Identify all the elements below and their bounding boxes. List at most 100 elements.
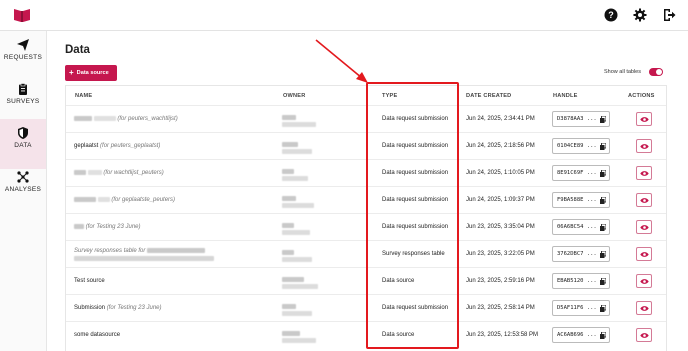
copy-icon[interactable] [600,170,606,177]
handle-field[interactable]: 06A6BC54 ... [552,219,610,235]
sidebar-item-requests[interactable]: REQUESTS [0,31,46,81]
handle-field[interactable]: AC6AB696 ... [552,327,610,343]
handle-field[interactable]: 3762DBC7 ... [552,246,610,262]
view-button[interactable] [636,301,652,315]
handle-text: 0104CE89 ... [557,143,597,149]
table-row[interactable]: (for geplaatste_peuters) Data request su… [66,186,666,213]
sidebar-item-label: SURVEYS [6,98,40,105]
row-owner [282,115,316,127]
copy-icon[interactable] [600,332,606,339]
eye-icon [640,171,649,176]
logo-icon[interactable] [14,8,30,22]
eye-icon [640,279,649,284]
sidebar-item-analyses[interactable]: ANALYSES [0,163,46,213]
row-owner [282,331,316,343]
redacted-text [282,331,300,336]
sidebar-item-label: DATA [14,142,32,149]
copy-icon[interactable] [600,116,606,123]
help-icon[interactable]: ? [604,8,618,22]
sidebar-item-surveys[interactable]: SURVEYS [0,75,46,125]
row-owner [282,277,318,289]
svg-text:?: ? [608,10,614,20]
sidebar-item-label: ANALYSES [4,186,42,193]
table-row[interactable]: (for Testing 23 June) Data request submi… [66,213,666,240]
handle-field[interactable]: EBAB5120 ... [552,273,610,289]
top-bar: ? [0,0,688,31]
column-header-actions: ACTIONS [628,93,655,99]
handle-text: F9BA588E ... [557,197,597,203]
view-button[interactable] [636,193,652,207]
sidebar: REQUESTS SURVEYS DATA ANALYSES [0,31,47,351]
row-date: Jun 23, 2025, 2:58:14 PM [466,305,535,311]
copy-icon[interactable] [600,197,606,204]
copy-icon[interactable] [600,278,606,285]
copy-icon[interactable] [600,251,606,258]
row-type: Data request submission [382,224,449,230]
table-row[interactable]: Survey responses table for Survey respon… [66,240,666,267]
view-button[interactable] [636,139,652,153]
view-button[interactable] [636,274,652,288]
handle-field[interactable]: F9BA588E ... [552,192,610,208]
redacted-text [282,338,316,343]
row-name-text: Submission [74,305,106,311]
table-row[interactable]: (for peuters_wachtlijst) Data request su… [66,105,666,132]
copy-icon[interactable] [600,224,606,231]
redacted-text [282,277,304,282]
redacted-text [74,169,86,175]
handle-field[interactable]: 0104CE89 ... [552,138,610,154]
row-type: Data request submission [382,170,449,176]
copy-icon[interactable] [600,143,606,150]
table-row[interactable]: Test source Data source Jun 23, 2025, 2:… [66,267,666,294]
column-header-handle[interactable]: HANDLE [553,93,578,99]
row-type: Data request submission [382,116,449,122]
redacted-text [282,196,296,201]
row-for-label: (for [111,197,121,203]
plus-icon: + [69,68,74,77]
eye-icon [640,198,649,203]
add-data-source-button[interactable]: + Data source [65,65,117,81]
redacted-text [74,223,84,229]
row-date: Jun 23, 2025, 2:59:16 PM [466,278,535,284]
handle-field[interactable]: D5AF11F6 ... [552,300,610,316]
show-all-tables-toggle[interactable] [649,68,663,76]
row-owner [282,142,312,154]
row-target: wachtlijst_peuters) [114,170,164,176]
table-row[interactable]: Submission (for Testing 23 June) Data re… [66,294,666,321]
row-name: some datasource [74,322,120,349]
show-all-tables-label: Show all tables [604,69,641,75]
column-header-date-created[interactable]: DATE CREATED [466,93,511,99]
row-date: Jun 24, 2025, 1:09:37 PM [466,197,535,203]
redacted-text [97,196,110,202]
view-button[interactable] [636,247,652,261]
table-row[interactable]: (for wachtlijst_peuters) Data request su… [66,159,666,186]
column-header-owner[interactable]: OWNER [283,93,305,99]
clipboard-icon [19,83,27,95]
logout-icon[interactable] [662,8,676,22]
page-title: Data [65,44,90,56]
row-date: Jun 23, 2025, 3:22:05 PM [466,251,535,257]
column-header-type[interactable]: TYPE [382,93,397,99]
table-row[interactable]: geplaatst (for peuters_geplaatst) Data r… [66,132,666,159]
redacted-text [282,304,296,309]
view-button[interactable] [636,166,652,180]
handle-text: AC6AB696 ... [557,332,597,338]
row-owner [282,250,312,262]
redacted-text [87,169,102,175]
row-owner [282,196,314,208]
view-button[interactable] [636,328,652,342]
handle-field[interactable]: D3878AA3 ... [552,111,610,127]
row-name-text: geplaatst [74,143,99,149]
gear-icon[interactable] [633,8,647,22]
column-header-name[interactable]: NAME [75,93,92,99]
copy-icon[interactable] [600,305,606,312]
sidebar-item-data[interactable]: DATA [0,119,46,169]
view-button[interactable] [636,112,652,126]
row-owner [282,169,308,181]
row-for-label: (for [103,170,113,176]
row-date: Jun 23, 2025, 12:53:58 PM [466,332,539,338]
row-target: Testing 23 June) [96,224,141,230]
nodes-icon [17,171,29,183]
table-row[interactable]: some datasource Data source Jun 23, 2025… [66,321,666,348]
view-button[interactable] [636,220,652,234]
handle-field[interactable]: 8E91C69F ... [552,165,610,181]
